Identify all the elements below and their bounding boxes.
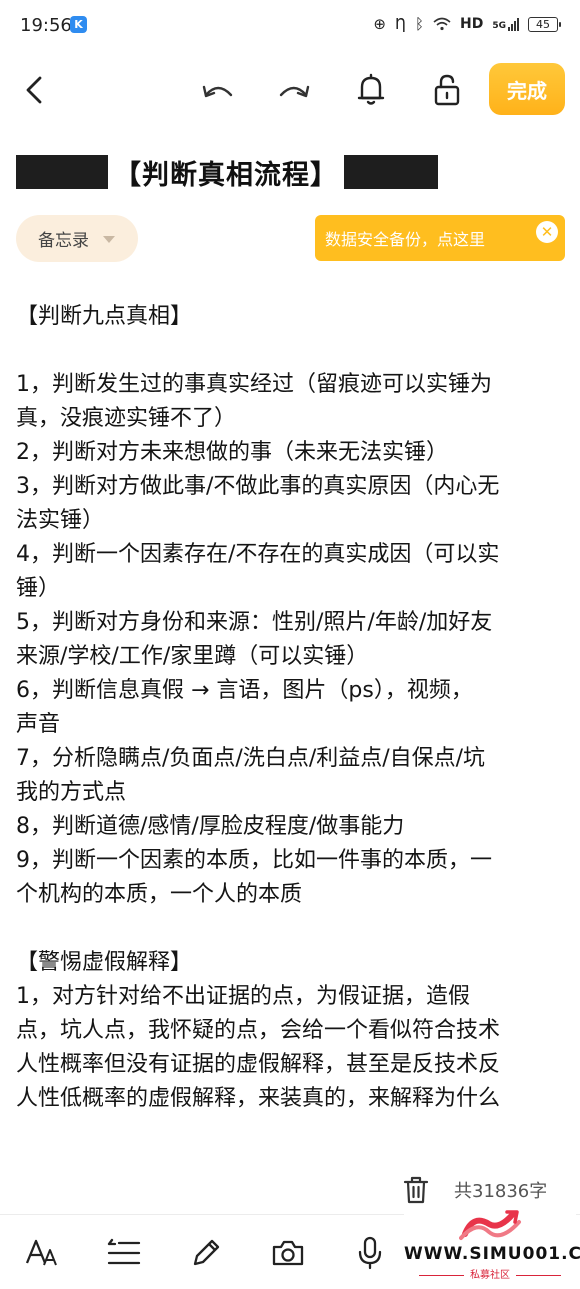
folder-label: 备忘录 [38, 231, 89, 251]
redacted-block [344, 155, 438, 189]
note-line: 真，没痕迹实锤不了） [16, 406, 237, 431]
note-line: 【警惕虚假解释】 [16, 950, 193, 975]
checklist-icon[interactable] [104, 1233, 144, 1273]
note-line: 声音 [16, 712, 61, 737]
word-count: 共31836字 [454, 1181, 548, 1202]
note-line: 来源/学校/工作/家里蹲（可以实锤） [16, 644, 369, 669]
camera-icon[interactable] [268, 1233, 308, 1273]
chevron-down-icon [103, 236, 115, 243]
status-icons: ⊕ Ƞ ᛒ HD 5G 45 [373, 15, 561, 33]
note-line: 我的方式点 [16, 780, 127, 805]
status-bar: 19:56 K ⊕ Ƞ ᛒ HD 5G 45 [0, 0, 580, 52]
note-line: 6，判断信息真假 → 言语，图片（ps），视频， [16, 678, 473, 703]
trash-icon[interactable] [400, 1174, 432, 1206]
backup-banner-text: 数据安全备份，点这里 [325, 230, 486, 249]
note-line: 8，判断道德/感情/厚脸皮程度/做事能力 [16, 814, 405, 839]
cell-signal: 5G [492, 17, 519, 31]
note-line: 人性概率但没有证据的虚假解释，甚至是反技术反 [16, 1052, 501, 1077]
undo-icon[interactable] [198, 70, 238, 110]
wifi-icon [433, 17, 451, 31]
note-body[interactable]: 【判断九点真相】 1，判断发生过的事真实经过（留痕迹可以实锤为 真，没痕迹实锤不了）… [16, 300, 568, 1162]
signal-bars-icon [508, 17, 519, 31]
watermark-site: WWW.SIMU001.CN [404, 1244, 580, 1264]
note-line: 2，判断对方未来想做的事（未来无法实锤） [16, 440, 448, 465]
redacted-block [16, 155, 108, 189]
note-line: 法实锤） [16, 508, 105, 533]
backup-banner[interactable]: 数据安全备份，点这里 ✕ [315, 215, 565, 261]
nfc-icon: Ƞ [394, 15, 406, 33]
back-arrow-icon[interactable] [14, 70, 54, 110]
microphone-icon[interactable] [350, 1233, 390, 1273]
bluetooth-icon: ᛒ [414, 15, 424, 33]
note-line: 个机构的本质，一个人的本质 [16, 882, 303, 907]
note-line: 锤） [16, 576, 61, 601]
note-footer: 共31836字 [400, 1172, 547, 1208]
app-notification-icon: K [70, 16, 87, 33]
add-circle-icon: ⊕ [373, 15, 386, 33]
note-title-row[interactable]: 【判断真相流程】 [16, 152, 438, 192]
folder-selector[interactable]: 备忘录 [16, 215, 138, 262]
note-line: 4，判断一个因素存在/不存在的真实成因（可以实 [16, 542, 500, 567]
note-title[interactable]: 【判断真相流程】 [108, 153, 344, 192]
note-line: 9，判断一个因素的本质，比如一件事的本质，一 [16, 848, 492, 873]
status-time: 19:56 [20, 15, 72, 36]
note-line: 人性低概率的虚假解释，来装真的，来解释为什么 [16, 1086, 501, 1111]
network-gen-label: 5G [492, 21, 506, 31]
note-line: 1，对方针对给不出证据的点，为假证据，造假 [16, 984, 470, 1009]
battery-icon: 45 [528, 16, 561, 32]
bell-icon[interactable] [351, 70, 391, 110]
text-format-icon[interactable] [22, 1233, 62, 1273]
unlock-icon[interactable] [427, 70, 467, 110]
note-line: 1，判断发生过的事真实经过（留痕迹可以实锤为 [16, 372, 492, 397]
note-line: 3，判断对方做此事/不做此事的真实原因（内心无 [16, 474, 500, 499]
watermark-caption: 私募社区 [404, 1266, 576, 1281]
close-icon[interactable]: ✕ [536, 221, 558, 243]
site-watermark: WWW.SIMU001.CN 私募社区 [404, 1206, 580, 1284]
done-button[interactable]: 完成 [489, 63, 565, 115]
note-line: 【判断九点真相】 [16, 304, 193, 329]
redo-icon[interactable] [274, 70, 314, 110]
note-line: 7，分析隐瞒点/负面点/洗白点/利益点/自保点/坑 [16, 746, 486, 771]
network-hd-label: HD [460, 16, 484, 32]
note-line: 5，判断对方身份和来源：性别/照片/年龄/加好友 [16, 610, 493, 635]
watermark-logo-icon [459, 1210, 521, 1240]
note-line: 点，坑人点，我怀疑的点，会给一个看似符合技术 [16, 1018, 501, 1043]
pen-icon[interactable] [186, 1233, 226, 1273]
